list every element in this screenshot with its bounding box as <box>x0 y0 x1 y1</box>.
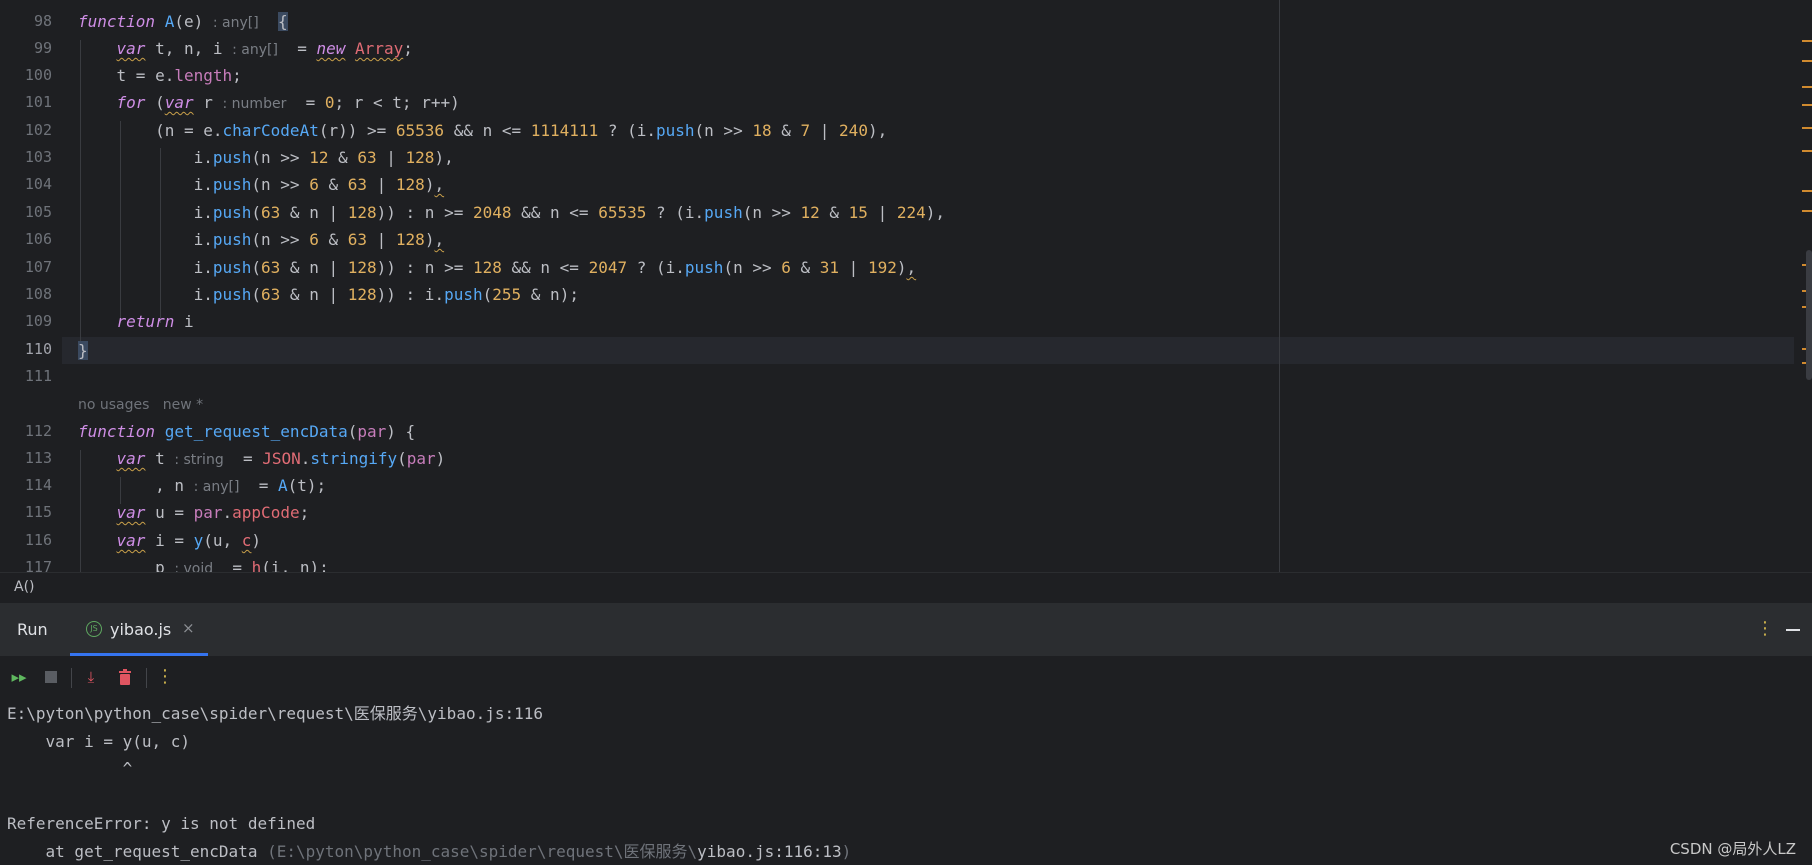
code-line: i.push(63 & n | 128)) : i.push(255 & n); <box>78 281 579 308</box>
current-line-highlight <box>62 337 1794 364</box>
line-number: 101 <box>0 93 52 111</box>
line-number: 105 <box>0 203 52 221</box>
code-line: i.push(63 & n | 128)) : n >= 128 && n <=… <box>78 254 916 281</box>
trash-icon[interactable] <box>114 666 136 688</box>
right-margin-guide <box>1279 0 1280 572</box>
stack-file-link[interactable]: yibao.js:116:13 <box>697 842 842 861</box>
tab-label: yibao.js <box>110 620 171 639</box>
stack-prefix: at get_request_encData <box>7 842 267 861</box>
console-error-line: ReferenceError: y is not defined <box>7 810 1797 838</box>
console-stack-line: at get_request_encData (E:\pyton\python_… <box>7 838 1797 865</box>
warning-marker[interactable] <box>1802 86 1812 88</box>
warning-marker[interactable] <box>1802 104 1812 106</box>
console-line: E:\pyton\python_case\spider\request\医保服务… <box>7 700 1797 728</box>
code-line: return i <box>78 308 194 335</box>
inlay-hint: : any[] <box>194 479 240 495</box>
console-output[interactable]: E:\pyton\python_case\spider\request\医保服务… <box>7 700 1797 865</box>
code-line: t = e.length; <box>78 62 242 89</box>
code-line: function get_request_encData(par) { <box>78 418 415 445</box>
warning-marker[interactable] <box>1802 60 1812 62</box>
line-number: 107 <box>0 258 52 276</box>
inlay-hint: : any[] <box>213 15 259 31</box>
code-line <box>78 363 88 390</box>
line-number: 112 <box>0 422 52 440</box>
line-number: 114 <box>0 476 52 494</box>
line-number: 116 <box>0 531 52 549</box>
inlay-hint: : string <box>174 452 223 468</box>
code-line: for (var r : number = 0; r < t; r++) <box>78 89 460 116</box>
code-line: , n : any[] = A(t); <box>78 472 326 499</box>
line-number: 108 <box>0 285 52 303</box>
line-number: 111 <box>0 367 52 385</box>
line-number: 104 <box>0 175 52 193</box>
line-number: 109 <box>0 312 52 330</box>
code-line: var u = par.appCode; <box>78 499 309 526</box>
tab-yibao-js[interactable]: JS yibao.js × <box>70 604 208 656</box>
rerun-icon[interactable]: ▸▸ <box>8 666 30 688</box>
code-line: p : void = h(i, n); <box>78 554 329 572</box>
console-line: var i = y(u, c) <box>7 728 1797 756</box>
line-number: 115 <box>0 503 52 521</box>
code-editor[interactable]: 98 99 100 101 102 103 104 105 106 107 10… <box>0 0 1812 572</box>
line-number: 98 <box>0 12 52 30</box>
kebab-menu-icon[interactable]: ⋮ <box>154 666 176 688</box>
close-icon[interactable]: × <box>182 619 195 637</box>
run-tool-window: Run JS yibao.js × ⋮ ▸▸ ⤓ ⋮ E:\pyton\pyth… <box>0 603 1812 865</box>
minimize-icon[interactable] <box>1786 629 1800 631</box>
code-vision-hint[interactable]: no usages new * <box>78 394 203 414</box>
code-line: var i = y(u, c) <box>78 527 261 554</box>
code-line: var t : string = JSON.stringify(par) <box>78 445 445 472</box>
console-line: ^ <box>7 755 1797 783</box>
nodejs-icon: JS <box>86 621 102 637</box>
line-number: 99 <box>0 39 52 57</box>
console-line <box>7 783 1797 811</box>
warning-marker[interactable] <box>1802 210 1812 212</box>
stack-suffix: ) <box>842 842 852 861</box>
warning-marker[interactable] <box>1802 40 1812 42</box>
warning-marker[interactable] <box>1802 150 1812 152</box>
line-number: 102 <box>0 121 52 139</box>
code-line: } <box>78 337 88 364</box>
stop-icon[interactable] <box>40 666 62 688</box>
kebab-menu-icon[interactable]: ⋮ <box>1756 618 1774 639</box>
inlay-hint: : any[] <box>232 42 278 58</box>
toolbar-separator <box>146 668 147 688</box>
code-line: (n = e.charCodeAt(r)) >= 65536 && n <= 1… <box>78 117 887 144</box>
warning-marker[interactable] <box>1802 127 1812 129</box>
inlay-hint: : void <box>174 561 213 572</box>
stack-path: (E:\pyton\python_case\spider\request\医保服… <box>267 842 697 861</box>
code-line: i.push(n >> 12 & 63 | 128), <box>78 144 454 171</box>
watermark: CSDN @局外人LZ <box>1670 838 1796 859</box>
scroll-to-end-icon[interactable]: ⤓ <box>80 666 102 688</box>
run-toolbar: ▸▸ ⤓ ⋮ <box>0 656 1812 700</box>
line-number: 100 <box>0 66 52 84</box>
line-number: 113 <box>0 449 52 467</box>
line-number: 117 <box>0 558 52 572</box>
editor-scrollbar-thumb[interactable] <box>1806 250 1812 380</box>
line-number-current: 110 <box>0 340 52 358</box>
breadcrumb[interactable]: A() <box>0 572 1812 603</box>
run-tool-title[interactable]: Run <box>17 620 48 639</box>
line-number: 106 <box>0 230 52 248</box>
toolbar-separator <box>71 668 72 688</box>
line-number: 103 <box>0 148 52 166</box>
line-number-gutter[interactable]: 98 99 100 101 102 103 104 105 106 107 10… <box>0 0 62 572</box>
warning-marker[interactable] <box>1802 190 1812 192</box>
code-line: i.push(n >> 6 & 63 | 128), <box>78 226 444 253</box>
breadcrumb-function[interactable]: A() <box>14 579 35 595</box>
code-line: i.push(63 & n | 128)) : n >= 2048 && n <… <box>78 199 945 226</box>
inlay-hint: : number <box>223 96 287 112</box>
code-line: function A(e) : any[] { <box>78 8 288 35</box>
code-line: var t, n, i : any[] = new Array; <box>78 35 413 62</box>
run-tab-bar: Run JS yibao.js × ⋮ <box>0 604 1812 656</box>
code-line: i.push(n >> 6 & 63 | 128), <box>78 171 444 198</box>
